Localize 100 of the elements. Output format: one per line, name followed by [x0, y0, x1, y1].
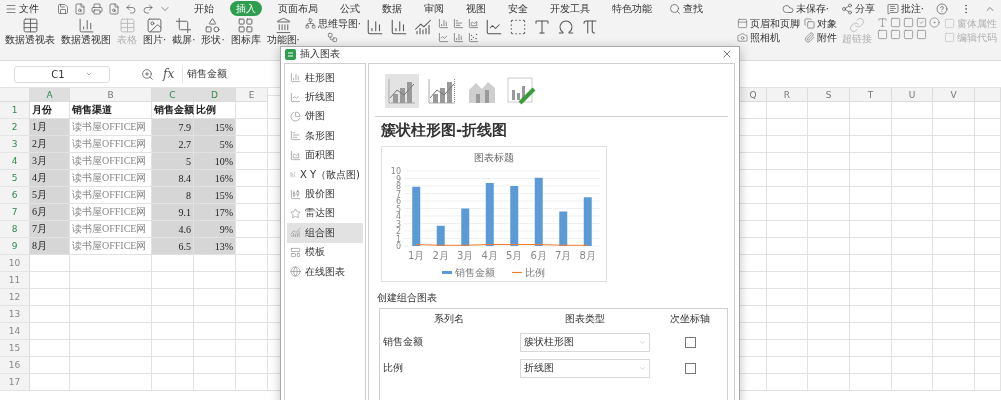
ribbon-tab[interactable]: 数据 [376, 1, 408, 16]
chart-category-item[interactable]: 组合图 [287, 223, 363, 243]
ribbon-tab[interactable]: 特色功能 [606, 1, 658, 16]
checkbox[interactable] [684, 362, 696, 374]
chart-button[interactable] [451, 31, 465, 44]
row-header[interactable]: 1 [0, 102, 30, 119]
chart-category-item[interactable]: X Y（散点图) [287, 164, 363, 185]
chart-category-item[interactable]: 饼图 [287, 106, 363, 127]
column-header[interactable]: R [767, 88, 808, 102]
help-button[interactable] [935, 1, 949, 16]
ribbon-tab[interactable]: 开始 [188, 1, 220, 16]
row-header[interactable]: 4 [0, 153, 30, 170]
ribbon-button[interactable]: 功能图· [265, 17, 301, 45]
form-control-button[interactable] [890, 17, 901, 28]
ribbon-button[interactable]: 附件 [804, 31, 837, 44]
save-status-button[interactable]: 未保存· [780, 0, 830, 17]
empty-cell [194, 340, 236, 357]
undo-button[interactable] [124, 1, 138, 16]
empty-cell [975, 272, 1001, 289]
chart-button[interactable] [436, 17, 450, 30]
chart-button[interactable] [436, 31, 450, 44]
column-header[interactable]: Q [740, 88, 767, 102]
empty-cell [933, 357, 975, 374]
row-header[interactable]: 6 [0, 187, 30, 204]
chart-button[interactable] [466, 17, 480, 30]
form-control-button[interactable] [877, 17, 888, 28]
printer-button[interactable] [90, 1, 104, 16]
save-button[interactable] [56, 1, 70, 16]
form-control-button[interactable] [903, 29, 914, 40]
column-header[interactable]: U [892, 88, 933, 102]
table-cell: 3月 [30, 153, 70, 170]
chart-button[interactable] [412, 17, 433, 37]
ribbon-tab[interactable]: 审阅 [418, 1, 450, 16]
chart-category-item[interactable]: 股价图 [287, 184, 363, 204]
ribbon-button[interactable]: 图标库 [229, 17, 262, 45]
row-header[interactable]: 5 [0, 170, 30, 187]
chart-button[interactable] [466, 31, 480, 44]
row-header[interactable]: 2 [0, 119, 30, 136]
ribbon-button[interactable]: 数据透视表 [4, 17, 56, 45]
ribbon-button[interactable]: 对象 [804, 17, 837, 30]
empty-cell [892, 374, 933, 391]
empty-cell [933, 221, 975, 238]
cloud-icon [781, 2, 794, 15]
chart-category-item[interactable]: 条形图 [287, 126, 363, 146]
print-preview-button[interactable] [73, 1, 87, 16]
chart-type-dropdown[interactable]: 折线图 [520, 358, 650, 378]
file-menu[interactable]: 文件 [4, 0, 40, 17]
ribbon-tab[interactable]: 页面布局 [272, 1, 324, 16]
name-box[interactable]: C1 [14, 65, 110, 83]
empty-cell [933, 119, 975, 136]
axis-tick-label: 0 [395, 242, 401, 251]
empty-cell [850, 221, 892, 238]
chart-subtype-button[interactable] [385, 74, 419, 108]
ribbon-button[interactable]: 照相机 [737, 31, 800, 44]
ribbon-button[interactable]: 页眉和页脚 [737, 17, 800, 30]
chart-button[interactable] [451, 17, 465, 30]
form-control-button[interactable] [890, 29, 901, 40]
ribbon-tab[interactable]: 开发工具 [544, 1, 596, 16]
row-header[interactable]: 3 [0, 136, 30, 153]
comment-button[interactable]: 批注· [885, 0, 925, 17]
form-control-button[interactable] [903, 17, 914, 28]
chart-category-item[interactable]: 模板 [287, 242, 363, 262]
column-header[interactable]: B [70, 88, 152, 102]
column-header[interactable]: T [850, 88, 892, 102]
zoom-button[interactable] [140, 66, 155, 82]
chart-category-item[interactable]: 柱形图 [287, 68, 363, 88]
form-control-button[interactable] [929, 17, 940, 28]
ribbon-tab[interactable]: 视图 [460, 1, 492, 16]
row-header[interactable]: 9 [0, 238, 30, 255]
form-control-button[interactable] [916, 17, 927, 28]
ribbon-button[interactable]: 图片· [142, 17, 168, 45]
chart-type-dropdown[interactable]: 簇状柱形图 [520, 332, 650, 352]
empty-cell [892, 153, 933, 170]
ribbon-tab[interactable]: 安全 [502, 1, 534, 16]
empty-cell [892, 119, 933, 136]
column-header[interactable]: E [236, 88, 268, 102]
row-header[interactable]: 7 [0, 204, 30, 221]
chart-category-item[interactable]: 折线图 [287, 87, 363, 107]
print-preview-button[interactable] [107, 1, 121, 16]
column-header[interactable]: S [808, 88, 850, 102]
form-control-button[interactable] [916, 29, 927, 40]
ribbon-tab[interactable]: 公式 [334, 1, 366, 16]
close-button[interactable] [721, 48, 733, 60]
chart-category-item[interactable]: 面积图 [287, 145, 363, 165]
redo-button[interactable] [141, 1, 155, 16]
checkbox[interactable] [684, 336, 696, 348]
ribbon-button[interactable]: 截屏· [171, 17, 197, 45]
ribbon-button[interactable]: 思维导图· [304, 17, 361, 30]
chart-category-item[interactable]: 雷达图 [287, 203, 363, 224]
ribbon-button[interactable]: 数据透视图 [60, 17, 112, 45]
ribbon-button[interactable]: 形状· [200, 17, 226, 45]
corner-cell[interactable] [0, 88, 30, 102]
share-button[interactable]: 分享 [839, 0, 876, 17]
row-header[interactable]: 8 [0, 221, 30, 238]
column-header[interactable]: V [933, 88, 975, 102]
form-control-button[interactable] [877, 29, 888, 40]
axis-category-label: 7月 [555, 250, 572, 261]
empty-cell [892, 204, 933, 221]
search-button[interactable]: 查找 [668, 0, 704, 17]
chart-category-item[interactable]: 在线图表 [287, 261, 363, 282]
